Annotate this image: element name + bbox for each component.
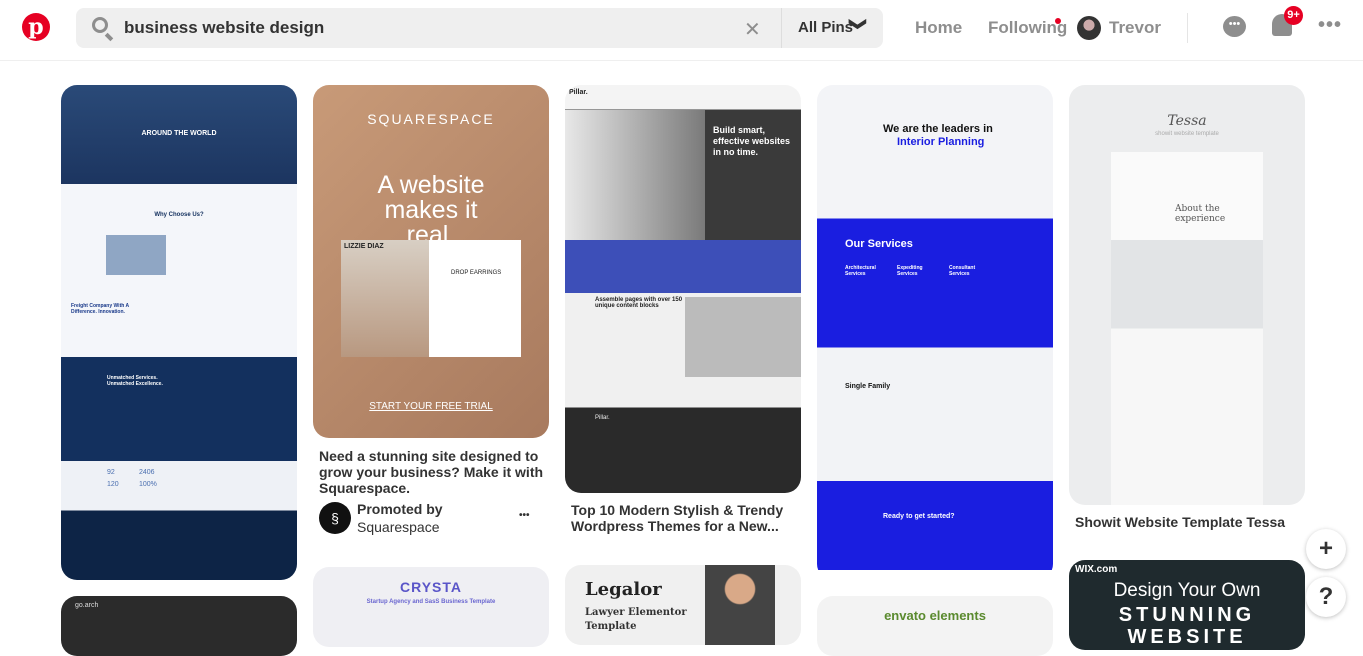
pinterest-logo-icon[interactable]: p [22,13,50,41]
pin-image-text: 120 [107,481,119,488]
pin-image-text: Assemble pages with over 150 unique cont… [595,297,683,309]
pin-image-photo [106,235,166,275]
pin-image[interactable]: WIX.com Design Your Own STUNNING WEBSITE [1069,560,1305,650]
pin-image[interactable]: Pillar. Build smart, effective websites … [565,85,801,493]
pin-image-text: SQUARESPACE [367,111,495,127]
top-nav: p ✕ All Pins ❯ Home Following Trevor •••… [0,0,1363,61]
pin-image-text: CRYSTA [400,579,462,595]
pin-image-text: Pillar. [595,415,610,421]
pin-image-photo [705,565,775,645]
pin-image-text: Interior Planning [897,136,985,148]
pin-image-text: We are the leaders in [883,123,993,135]
pin-image-text: Tessa [1167,113,1207,129]
search-scope-dropdown[interactable]: All Pins [798,19,853,36]
pin-image-text: Lawyer Elementor [585,607,687,618]
pin-image-text: Legalor [585,579,662,600]
pin-image-text: Why Choose Us? [154,212,204,218]
pin-image-text: STUNNING [1118,604,1256,626]
pin-image-text: 2406 [139,469,155,476]
promoted-by-label: Promoted by [357,501,443,517]
pin-image-text: 100% [139,481,157,488]
pin-image-text: Design Your Own [1113,580,1261,601]
pin-image-text: go.arch [75,602,99,609]
pin-image-text: A website makes it real. [377,171,485,249]
search-input[interactable] [124,8,724,48]
new-activity-dot [1055,18,1061,24]
more-options-icon[interactable]: ••• [1318,14,1342,37]
pin-image-text: LIZZIE DIAZ [344,243,384,250]
pin-image-text: AROUND THE WORLD [141,130,217,137]
pin-caption[interactable]: Need a stunning site designed to grow yo… [319,448,545,496]
pin-image-text: Pillar. [569,89,588,96]
pin-caption[interactable]: Top 10 Modern Stylish & Trendy Wordpress… [571,502,797,534]
pin-image-text: DROP EARRINGS [451,270,502,276]
nav-home[interactable]: Home [915,18,962,38]
create-pin-button[interactable]: + [1306,529,1346,569]
search-icon [92,17,108,33]
pin-image-mockup: LIZZIE DIAZ DROP EARRINGS [341,240,521,357]
pin-image-photo [341,240,429,357]
pin-image-text: Single Family [845,383,891,390]
pin-image-text: showit website template [1155,131,1219,137]
messages-icon[interactable]: ••• [1223,16,1246,37]
pin-image[interactable]: AROUND THE WORLD Why Choose Us? Freight … [61,85,297,580]
pin-image-photo [565,110,705,240]
wix-logo: WIX.com [1075,564,1118,575]
pin-image-text: envato elements [884,608,986,623]
pin-image[interactable]: Legalor Lawyer Elementor Template [565,565,801,645]
pin-image[interactable]: We are the leaders in Interior Planning … [817,85,1053,580]
divider [1187,13,1188,43]
pin-image-text: 92 [107,469,115,476]
pin-image-text: Ready to get started? [883,513,955,520]
pin-image-text: About the experience [1175,204,1226,224]
pin-image-text: Consultant Services [949,265,976,277]
pin-caption[interactable]: Showit Website Template Tessa [1075,514,1301,530]
clear-search-icon[interactable]: ✕ [744,17,761,42]
search-bar: ✕ All Pins ❯ [76,8,883,48]
pin-image[interactable]: envato elements [817,596,1053,656]
pin-image-text: Startup Agency and SasS Business Templat… [366,599,496,605]
pin-image-text: Unmatched Services. Unmatched Excellence… [107,375,163,387]
pin-image-photo [685,297,801,377]
pin-image-text: Our Services [845,238,913,250]
pin-image[interactable]: go.arch [61,596,297,656]
pin-image-text: Expediting Services [897,265,923,277]
squarespace-logo-icon[interactable]: § [319,502,351,534]
help-button[interactable]: ? [1306,577,1346,617]
pin-image[interactable]: Tessa showit website template About the … [1069,85,1305,505]
avatar[interactable] [1077,16,1101,40]
pin-image-text: Freight Company With A Difference. Innov… [71,303,129,315]
pin-image-text: Template [585,621,637,632]
pin-image-text: START YOUR FREE TRIAL [369,401,493,412]
nav-profile[interactable]: Trevor [1109,18,1161,38]
divider [781,8,782,48]
pin-more-options-icon[interactable]: ••• [519,510,530,521]
pin-image[interactable]: SQUARESPACE A website makes it real. LIZ… [313,85,549,438]
pin-image[interactable]: CRYSTA Startup Agency and SasS Business … [313,567,549,647]
pin-image-text: Build smart, effective websites in no ti… [713,125,791,157]
pin-image-text: Architectural Services [845,265,876,277]
pin-image-mockup: About the experience [1111,152,1263,505]
pin-image-text: WEBSITE [1127,626,1247,648]
advertiser-link[interactable]: Squarespace [357,519,440,535]
notifications-badge: 9+ [1284,6,1303,25]
chevron-down-icon[interactable]: ❯ [848,17,868,31]
